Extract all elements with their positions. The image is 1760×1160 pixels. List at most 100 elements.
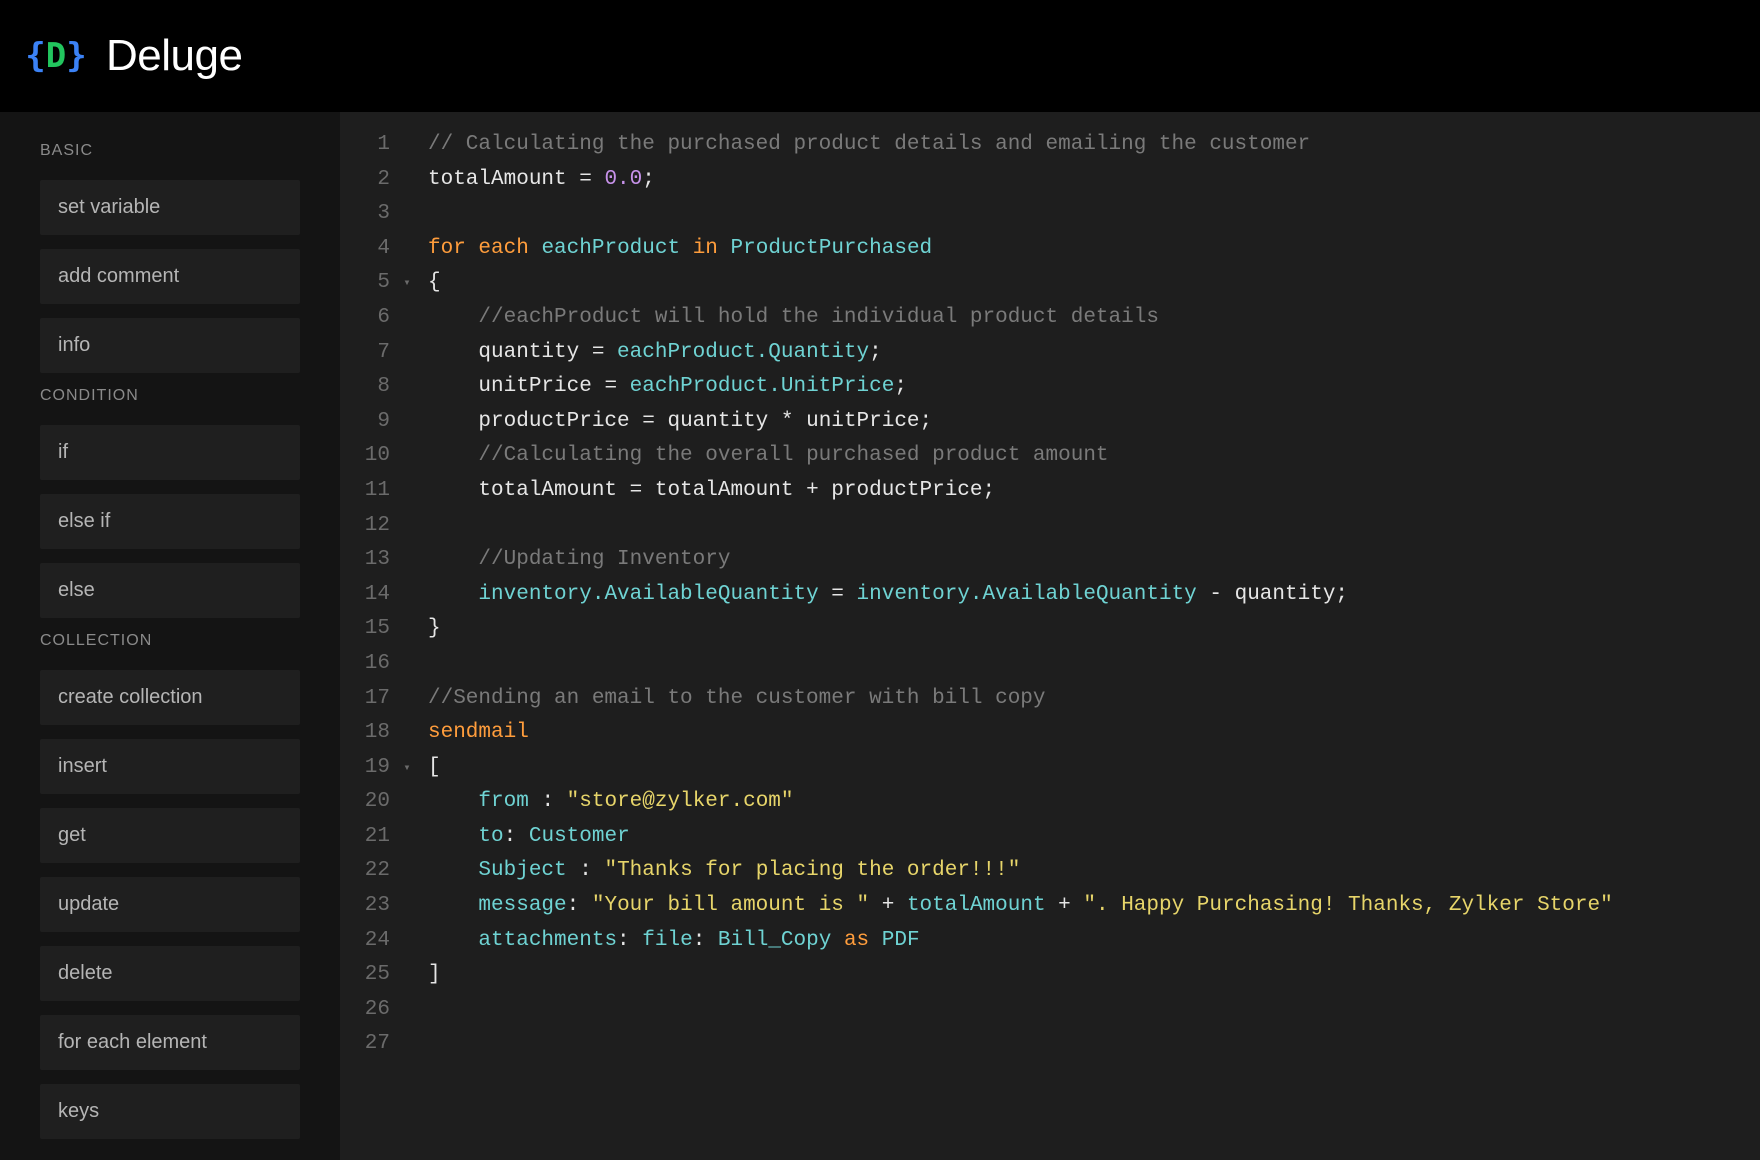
sidebar-item[interactable]: if [40,425,300,480]
code-token [579,894,592,917]
code-token [554,790,567,813]
code-token: quantity [655,410,781,433]
code-line[interactable] [428,509,1760,544]
code-editor[interactable]: 1234567891011121314151617181920212223242… [340,112,1760,1160]
code-line[interactable]: ] [428,958,1760,993]
code-line[interactable] [428,197,1760,232]
code-token: PDF [882,929,920,952]
sidebar-item[interactable]: else if [40,494,300,549]
code-token: quantity [428,341,592,364]
fold-marker [398,336,416,371]
code-token: } [428,617,441,640]
code-line[interactable]: totalAmount = 0.0; [428,163,1760,198]
code-token [869,894,882,917]
code-token: file [642,929,692,952]
code-token: productPrice [428,410,642,433]
code-token: eachProduct.UnitPrice [630,375,895,398]
sidebar-item[interactable]: create collection [40,670,300,725]
sidebar-item[interactable]: delete [40,946,300,1001]
code-line[interactable]: totalAmount = totalAmount + productPrice… [428,474,1760,509]
code-token: { [428,271,441,294]
fold-marker [398,854,416,889]
code-token: * [781,410,794,433]
code-line[interactable]: for each eachProduct in ProductPurchased [428,232,1760,267]
code-line[interactable] [428,993,1760,1028]
code-line[interactable]: } [428,612,1760,647]
code-token: //Updating Inventory [478,548,730,571]
line-number: 11 [340,474,390,509]
sidebar-item[interactable]: set variable [40,180,300,235]
line-number: 23 [340,889,390,924]
code-token: = [604,375,617,398]
code-token: totalAmount [642,479,806,502]
sidebar-section-label: CONDITION [40,387,300,405]
code-token: each [478,237,528,260]
code-token [592,859,605,882]
code-line[interactable]: //Updating Inventory [428,543,1760,578]
code-line[interactable]: from : "store@zylker.com" [428,785,1760,820]
code-token: 0.0 [604,168,642,191]
code-line[interactable]: sendmail [428,716,1760,751]
code-line[interactable]: //Sending an email to the customer with … [428,682,1760,717]
code-line[interactable]: productPrice = quantity * unitPrice; [428,405,1760,440]
code-token [630,929,643,952]
code-token: Subject [478,859,566,882]
sidebar-item[interactable]: info [40,318,300,373]
code-line[interactable]: to: Customer [428,820,1760,855]
code-line[interactable]: attachments: file: Bill_Copy as PDF [428,924,1760,959]
fold-marker[interactable]: ▾ [398,266,416,301]
code-token: "store@zylker.com" [567,790,794,813]
line-number: 6 [340,301,390,336]
code-line[interactable]: inventory.AvailableQuantity = inventory.… [428,578,1760,613]
sidebar-item[interactable]: for each element [40,1015,300,1070]
line-number: 12 [340,509,390,544]
code-token [819,583,832,606]
sidebar-item[interactable]: add comment [40,249,300,304]
fold-marker [398,578,416,613]
code-token: = [630,479,643,502]
fold-marker[interactable]: ▾ [398,751,416,786]
code-token: totalAmount [428,479,630,502]
code-line[interactable]: //Calculating the overall purchased prod… [428,439,1760,474]
code-line[interactable]: unitPrice = eachProduct.UnitPrice; [428,370,1760,405]
fold-marker [398,197,416,232]
code-token: attachments [478,929,617,952]
code-line[interactable] [428,647,1760,682]
line-number: 13 [340,543,390,578]
code-line[interactable]: message: "Your bill amount is " + totalA… [428,889,1760,924]
code-line[interactable]: Subject : "Thanks for placing the order!… [428,854,1760,889]
code-line[interactable]: quantity = eachProduct.Quantity; [428,336,1760,371]
code-line[interactable]: // Calculating the purchased product det… [428,128,1760,163]
line-number: 2 [340,163,390,198]
code-token: Customer [529,825,630,848]
sidebar-item[interactable]: get [40,808,300,863]
sidebar-item[interactable]: keys [40,1084,300,1139]
code-token [529,790,542,813]
code-token: + [1058,894,1071,917]
line-number: 7 [340,336,390,371]
sidebar-item[interactable]: insert [40,739,300,794]
code-line[interactable]: //eachProduct will hold the individual p… [428,301,1760,336]
line-number: 27 [340,1027,390,1062]
fold-marker [398,370,416,405]
code-line[interactable]: { [428,266,1760,301]
code-token [1046,894,1059,917]
code-token: eachProduct [541,237,680,260]
code-token [428,548,478,571]
code-token: as [844,929,869,952]
code-token: ProductPurchased [731,237,933,260]
sidebar-item[interactable]: else [40,563,300,618]
code-token [894,894,907,917]
code-token [567,859,580,882]
fold-marker [398,924,416,959]
code-token [428,929,478,952]
code-area[interactable]: // Calculating the purchased product det… [416,128,1760,1160]
code-line[interactable]: [ [428,751,1760,786]
code-token: ; [894,375,907,398]
line-number: 3 [340,197,390,232]
code-line[interactable] [428,1027,1760,1062]
code-token: in [693,237,718,260]
line-number: 24 [340,924,390,959]
code-token [1071,894,1084,917]
sidebar-item[interactable]: update [40,877,300,932]
